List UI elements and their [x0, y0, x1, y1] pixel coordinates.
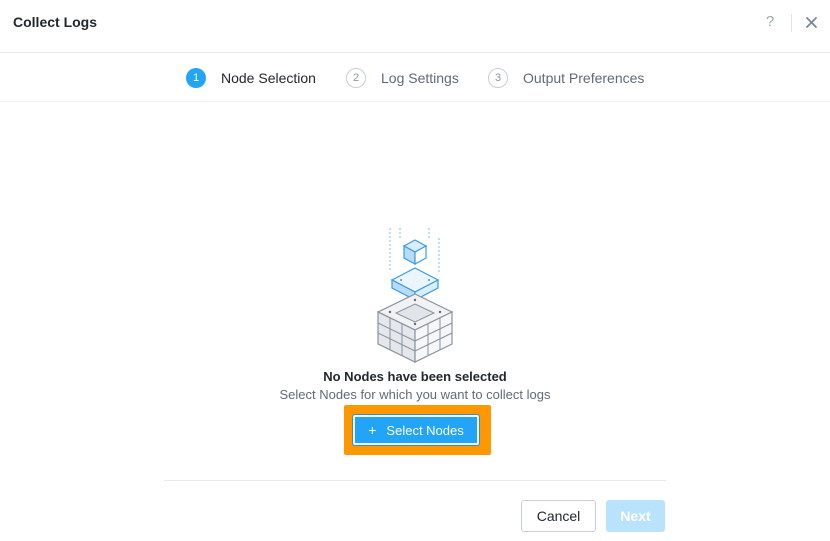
- empty-state-subtitle: Select Nodes for which you want to colle…: [279, 387, 551, 402]
- select-nodes-button[interactable]: + Select Nodes: [352, 414, 480, 446]
- header-divider: [791, 14, 792, 32]
- step-output-preferences[interactable]: 3 Output Preferences: [488, 67, 644, 89]
- next-button[interactable]: Next: [606, 500, 665, 532]
- wizard-steps: 1 Node Selection 2 Log Settings 3 Output…: [0, 54, 830, 102]
- step-node-selection[interactable]: 1 Node Selection: [186, 67, 316, 89]
- step-label: Node Selection: [221, 70, 316, 86]
- step-number: 3: [488, 68, 508, 88]
- dialog-title: Collect Logs: [13, 14, 98, 30]
- step-label: Log Settings: [381, 70, 459, 86]
- close-icon[interactable]: [803, 14, 820, 31]
- step-label: Output Preferences: [523, 70, 645, 86]
- plus-icon: +: [368, 422, 377, 438]
- help-icon[interactable]: ?: [763, 13, 777, 30]
- cancel-button[interactable]: Cancel: [521, 500, 596, 532]
- footer-divider: [164, 480, 666, 481]
- dialog-header: Collect Logs ?: [0, 0, 830, 53]
- step-number: 1: [186, 68, 206, 88]
- select-nodes-label: Select Nodes: [386, 422, 464, 438]
- empty-state-title: No Nodes have been selected: [323, 369, 507, 384]
- step-number: 2: [346, 68, 366, 88]
- nodes-cube-stack-icon: [376, 228, 454, 363]
- step-log-settings[interactable]: 2 Log Settings: [346, 67, 459, 89]
